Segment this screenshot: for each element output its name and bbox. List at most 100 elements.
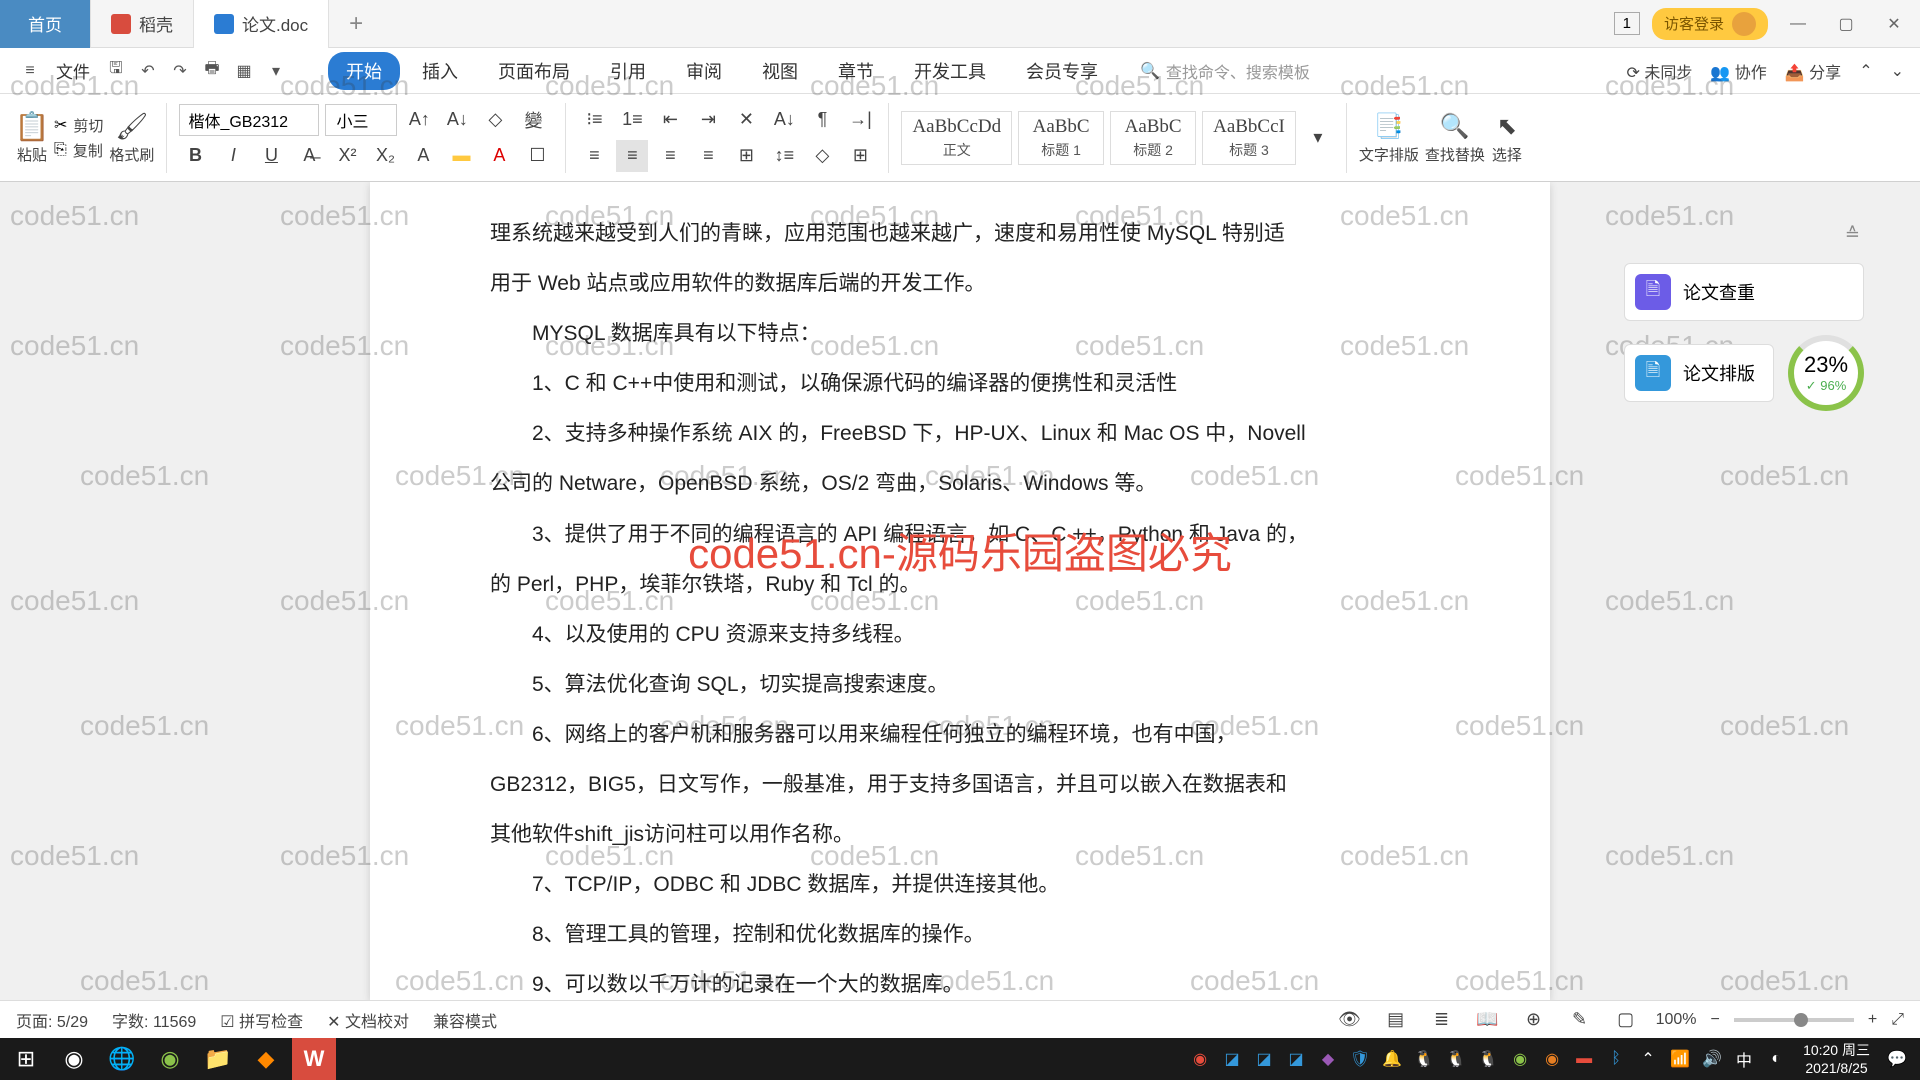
fullscreen-icon[interactable]: ⤢	[1891, 1011, 1904, 1029]
page-view-icon[interactable]: ▤	[1380, 1004, 1412, 1036]
styles-gallery[interactable]: AaBbCcDd正文 AaBbC标题 1 AaBbC标题 2 AaBbCcI标题…	[901, 111, 1333, 165]
tray-bell-icon[interactable]: 🔔	[1379, 1046, 1405, 1072]
volume-icon[interactable]: 🔊	[1699, 1046, 1725, 1072]
shading-icon[interactable]: ◇	[806, 140, 838, 172]
asian-layout-icon[interactable]: ✕	[730, 104, 762, 136]
collab-button[interactable]: 👥 协作	[1710, 59, 1766, 83]
spell-check[interactable]: ☑ 拼写检查	[220, 1008, 303, 1032]
bluetooth-icon[interactable]: ᛒ	[1603, 1046, 1629, 1072]
menu-pagelayout[interactable]: 页面布局	[480, 52, 588, 90]
start-button[interactable]: ⊞	[4, 1038, 48, 1080]
copy-icon[interactable]: ⎘	[54, 141, 67, 159]
number-list-icon[interactable]: 1≡	[616, 104, 648, 136]
share-button[interactable]: 📤 分享	[1785, 59, 1841, 83]
tray-qq3[interactable]: 🐧	[1475, 1046, 1501, 1072]
save-icon[interactable]: 🖫	[102, 57, 130, 85]
bullet-list-icon[interactable]: ⁝≡	[578, 104, 610, 136]
explorer-icon[interactable]: 📁	[196, 1038, 240, 1080]
chevron-down-icon[interactable]: ▾	[262, 57, 290, 85]
tray-app2[interactable]: ◪	[1219, 1046, 1245, 1072]
align-right-icon[interactable]: ≡	[654, 140, 686, 172]
tray-qq2[interactable]: 🐧	[1443, 1046, 1469, 1072]
font-size-select[interactable]: 小三	[325, 104, 397, 136]
app2-icon[interactable]: ◆	[244, 1038, 288, 1080]
collapse-panel-icon[interactable]: ≙	[1841, 220, 1864, 249]
superscript-icon[interactable]: X²	[331, 140, 363, 172]
italic-icon[interactable]: I	[217, 140, 249, 172]
maximize-button[interactable]: ▢	[1828, 6, 1864, 42]
print-icon[interactable]: 🖶	[198, 57, 226, 85]
tray-app1[interactable]: ◉	[1187, 1046, 1213, 1072]
zoom-out-button[interactable]: −	[1711, 1011, 1720, 1029]
read-view-icon[interactable]: 📖	[1472, 1004, 1504, 1036]
menu-start[interactable]: 开始	[328, 52, 400, 90]
tray-app6[interactable]: ◉	[1507, 1046, 1533, 1072]
print-preview-icon[interactable]: ▦	[230, 57, 258, 85]
fit-page-icon[interactable]: ▢	[1610, 1004, 1642, 1036]
paste-icon[interactable]: 📋	[16, 110, 48, 142]
edit-icon[interactable]: ✎	[1564, 1004, 1596, 1036]
bold-icon[interactable]: B	[179, 140, 211, 172]
tray-shield-icon[interactable]: 🛡	[1347, 1046, 1373, 1072]
zoom-in-button[interactable]: +	[1868, 1011, 1877, 1029]
style-heading3[interactable]: AaBbCcI标题 3	[1202, 111, 1296, 165]
window-number[interactable]: 1	[1614, 12, 1640, 35]
format-painter-icon[interactable]: 🖌	[116, 110, 148, 142]
ie-icon[interactable]: 🌐	[100, 1038, 144, 1080]
increase-font-icon[interactable]: A↑	[403, 104, 435, 136]
collapse-ribbon-icon[interactable]: ⌃	[1859, 61, 1872, 81]
tab-document[interactable]: 论文.doc	[194, 0, 329, 48]
sort-icon[interactable]: A↓	[768, 104, 800, 136]
file-menu[interactable]: 文件	[48, 58, 98, 83]
style-normal[interactable]: AaBbCcDd正文	[901, 111, 1012, 165]
tray-app8[interactable]: ▬	[1571, 1046, 1597, 1072]
wps-icon[interactable]: W	[292, 1038, 336, 1080]
progress-ring[interactable]: 23% ✓ 96%	[1788, 335, 1864, 411]
text-layout-icon[interactable]: 📑	[1373, 110, 1405, 142]
cut-icon[interactable]: ✂	[54, 115, 67, 135]
tray-app9[interactable]: ◐	[1763, 1046, 1789, 1072]
doc-proof[interactable]: ✕ 文档校对	[327, 1008, 409, 1032]
align-distributed-icon[interactable]: ⊞	[730, 140, 762, 172]
text-effect-icon[interactable]: A	[407, 140, 439, 172]
subscript-icon[interactable]: X₂	[369, 140, 401, 172]
tray-app4[interactable]: ◪	[1283, 1046, 1309, 1072]
tray-app3[interactable]: ◪	[1251, 1046, 1277, 1072]
tab-home[interactable]: 首页	[0, 0, 91, 48]
eye-icon[interactable]: 👁	[1334, 1004, 1366, 1036]
menu-reference[interactable]: 引用	[592, 52, 664, 90]
login-badge[interactable]: 访客登录	[1652, 8, 1768, 40]
clear-format-icon[interactable]: ◇	[479, 104, 511, 136]
borders-icon[interactable]: ⊞	[844, 140, 876, 172]
phonetic-icon[interactable]: 變	[517, 104, 549, 136]
paper-check-button[interactable]: 🗎 论文查重	[1624, 263, 1864, 321]
hamburger-icon[interactable]: ≡	[16, 57, 44, 85]
increase-indent-icon[interactable]: ⇥	[692, 104, 724, 136]
styles-dropdown-icon[interactable]: ▾	[1302, 122, 1334, 154]
notifications-icon[interactable]: 💬	[1884, 1046, 1910, 1072]
decrease-indent-icon[interactable]: ⇤	[654, 104, 686, 136]
zoom-level[interactable]: 100%	[1656, 1011, 1697, 1029]
ime-icon[interactable]: 中	[1731, 1046, 1757, 1072]
font-select[interactable]: 楷体_GB2312	[179, 104, 319, 136]
app-icon[interactable]: ◉	[52, 1038, 96, 1080]
document-page[interactable]: 理系统越来越受到人们的青睐，应用范围也越来越广，速度和易用性使 MySQL 特别…	[370, 182, 1550, 1000]
redo-icon[interactable]: ↷	[166, 57, 194, 85]
menu-insert[interactable]: 插入	[404, 52, 476, 90]
char-border-icon[interactable]: ☐	[521, 140, 553, 172]
outline-view-icon[interactable]: ≣	[1426, 1004, 1458, 1036]
style-heading1[interactable]: AaBbC标题 1	[1018, 111, 1104, 165]
select-icon[interactable]: ⬉	[1491, 110, 1523, 142]
tray-app7[interactable]: ◉	[1539, 1046, 1565, 1072]
undo-icon[interactable]: ↶	[134, 57, 162, 85]
web-view-icon[interactable]: ⊕	[1518, 1004, 1550, 1036]
tab-daoce[interactable]: 稻壳	[91, 0, 194, 48]
font-color-icon[interactable]: A	[483, 140, 515, 172]
browser-icon[interactable]: ◉	[148, 1038, 192, 1080]
strikethrough-icon[interactable]: A̶	[293, 140, 325, 172]
menu-review[interactable]: 审阅	[668, 52, 740, 90]
paper-layout-button[interactable]: 🗎 论文排版	[1624, 344, 1774, 402]
show-marks-icon[interactable]: ¶	[806, 104, 838, 136]
word-count[interactable]: 字数: 11569	[112, 1008, 196, 1032]
find-replace-icon[interactable]: 🔍	[1439, 110, 1471, 142]
